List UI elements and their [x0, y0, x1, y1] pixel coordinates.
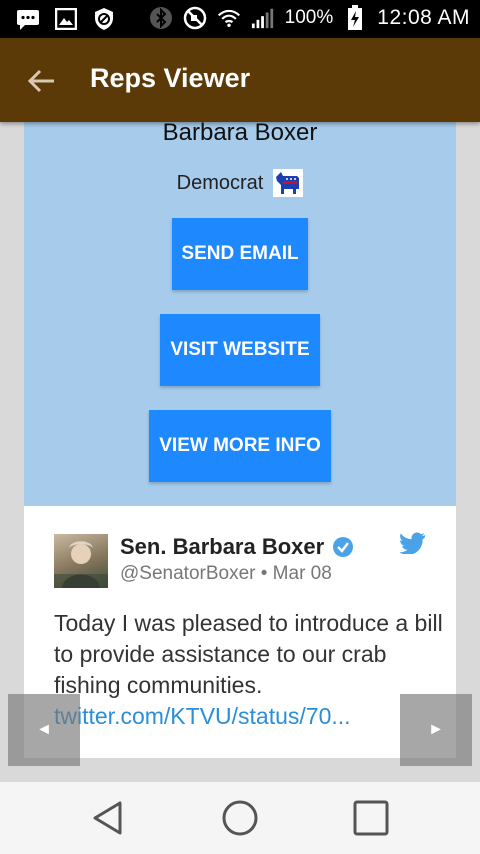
party-label: Democrat	[176, 171, 264, 194]
status-bar: 100% 12:08 AM	[0, 0, 480, 38]
tweet-meta: @SenatorBoxer • Mar 08	[120, 563, 332, 584]
party-row: Democrat	[24, 169, 456, 197]
visit-website-button[interactable]: VISIT WEBSITE	[160, 314, 320, 386]
arrow-left-icon[interactable]	[26, 65, 58, 97]
previous-rep-button[interactable]: ◄	[8, 694, 80, 766]
app-bar: Reps Viewer	[0, 38, 480, 122]
system-nav-bar	[0, 782, 480, 854]
image-icon	[54, 7, 78, 31]
tweet-author[interactable]: Sen. Barbara Boxer	[120, 534, 324, 560]
verified-badge-icon	[332, 536, 354, 558]
tweet-author-row: Sen. Barbara Boxer	[120, 534, 354, 560]
recents-square-icon[interactable]	[352, 799, 390, 837]
avatar[interactable]	[54, 534, 108, 588]
rep-card: Barbara Boxer Democrat SEND EMAIL VISIT …	[24, 119, 456, 506]
bluetooth-icon	[149, 6, 173, 30]
do-not-disturb-icon	[183, 6, 207, 30]
tweet-body: Today I was pleased to introduce a bill …	[54, 608, 444, 732]
send-email-button[interactable]: SEND EMAIL	[172, 218, 308, 290]
rep-name: Barbara Boxer	[162, 119, 318, 146]
tweet-text: Today I was pleased to introduce a bill …	[54, 610, 443, 698]
chat-bubble-icon	[16, 7, 40, 31]
page-title: Reps Viewer	[90, 63, 251, 93]
tweet-card[interactable]: Sen. Barbara Boxer @SenatorBoxer • Mar 0…	[24, 506, 456, 758]
home-circle-icon[interactable]	[221, 799, 259, 837]
battery-percentage: 100%	[284, 7, 334, 28]
democrat-donkey-icon	[273, 169, 304, 197]
wifi-icon	[217, 6, 241, 30]
signal-icon	[251, 6, 275, 30]
tweet-link[interactable]: twitter.com/KTVU/status/70...	[54, 701, 444, 732]
view-more-info-button[interactable]: VIEW MORE INFO	[149, 410, 331, 482]
battery-charging-icon	[343, 5, 367, 30]
back-triangle-icon[interactable]	[90, 799, 128, 837]
next-rep-button[interactable]: ►	[400, 694, 472, 766]
twitter-bird-icon[interactable]	[399, 532, 426, 555]
clock: 12:08 AM	[377, 6, 470, 29]
shield-icon	[92, 7, 116, 31]
